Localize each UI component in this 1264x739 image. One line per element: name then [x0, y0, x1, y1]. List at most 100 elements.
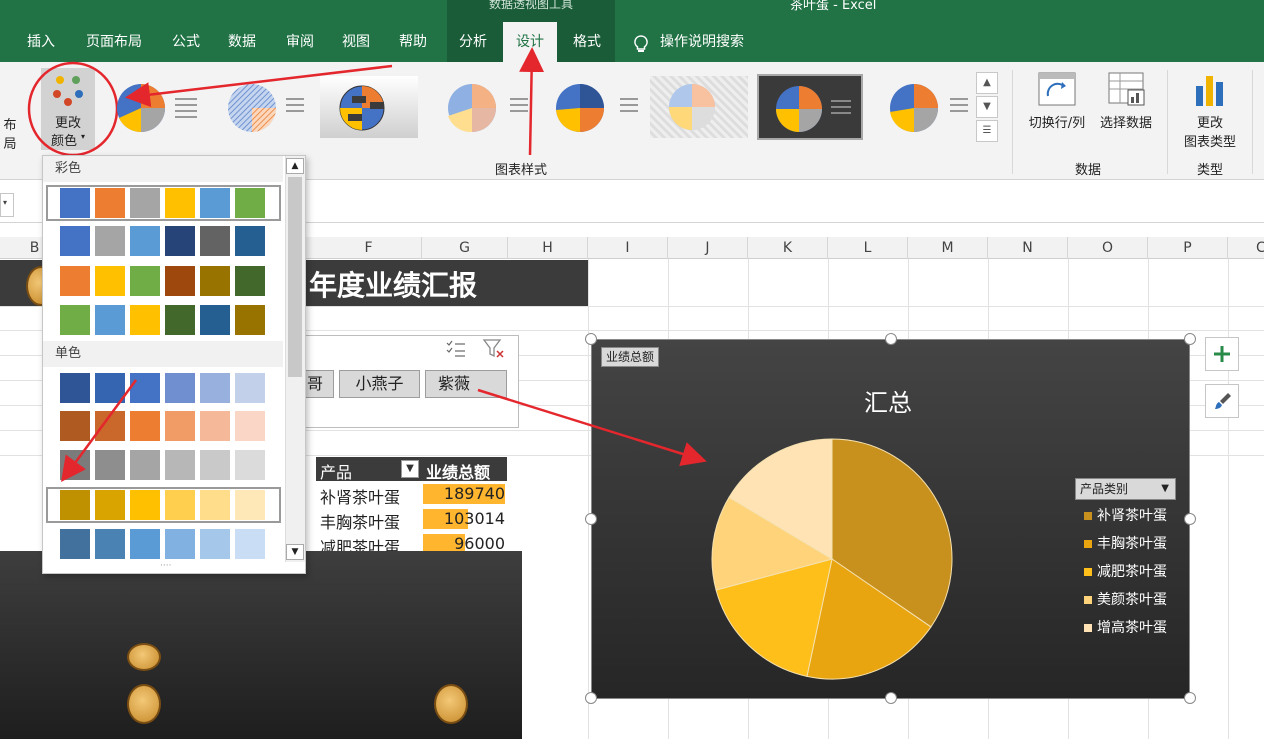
- mono-swatch[interactable]: [60, 373, 90, 403]
- colorful-swatch[interactable]: [235, 226, 265, 256]
- chart-style-thumb-3[interactable]: [320, 76, 418, 138]
- resize-handle[interactable]: [885, 692, 897, 704]
- legend-item-5[interactable]: 增高茶叶蛋: [1084, 617, 1167, 637]
- chart-elements-button[interactable]: [1205, 337, 1239, 371]
- mono-swatch[interactable]: [200, 411, 230, 441]
- column-header-o[interactable]: O: [1068, 237, 1148, 259]
- mono-swatch[interactable]: [165, 490, 195, 520]
- column-header-m[interactable]: M: [908, 237, 988, 259]
- slicer-item-xiaoyanzi[interactable]: 小燕子: [339, 370, 420, 398]
- colorful-swatch[interactable]: [60, 305, 90, 335]
- colorful-swatch[interactable]: [60, 266, 90, 296]
- gallery-scroll-up-button[interactable]: ▲: [976, 72, 998, 94]
- mono-swatch[interactable]: [130, 373, 160, 403]
- colorful-swatch[interactable]: [235, 188, 265, 218]
- mono-swatch[interactable]: [95, 529, 125, 559]
- tab-data[interactable]: 数据: [220, 22, 264, 62]
- mono-swatch[interactable]: [130, 490, 160, 520]
- colorful-swatch[interactable]: [130, 266, 160, 296]
- mono-swatch[interactable]: [130, 450, 160, 480]
- colorful-swatch[interactable]: [130, 226, 160, 256]
- colorful-swatch[interactable]: [95, 266, 125, 296]
- mono-swatch[interactable]: [200, 490, 230, 520]
- column-header-h[interactable]: H: [508, 237, 588, 259]
- colorful-swatch[interactable]: [165, 305, 195, 335]
- scroll-down-arrow-icon[interactable]: ▼: [286, 544, 304, 560]
- mono-swatch[interactable]: [60, 411, 90, 441]
- colorful-swatch[interactable]: [60, 188, 90, 218]
- tab-page-layout[interactable]: 页面布局: [76, 22, 152, 62]
- clear-filter-icon[interactable]: [482, 338, 506, 360]
- mono-swatch[interactable]: [235, 529, 265, 559]
- chart-style-thumb-5[interactable]: [548, 80, 644, 136]
- legend-item-4[interactable]: 美颜茶叶蛋: [1084, 589, 1167, 609]
- column-header-j[interactable]: J: [668, 237, 748, 259]
- column-header-p[interactable]: P: [1148, 237, 1228, 259]
- value-field-button[interactable]: 业绩总额: [601, 347, 660, 367]
- tab-analyze[interactable]: 分析: [450, 22, 496, 62]
- column-header-n[interactable]: N: [988, 237, 1068, 259]
- chart-style-thumb-7-selected[interactable]: [757, 74, 863, 140]
- name-box-dropdown[interactable]: ▾: [0, 193, 14, 217]
- colorful-swatch[interactable]: [200, 266, 230, 296]
- mono-swatch[interactable]: [235, 490, 265, 520]
- chart-style-thumb-4[interactable]: [438, 80, 534, 136]
- chart-title[interactable]: 汇总: [840, 383, 936, 418]
- gallery-expand-button[interactable]: ☰: [976, 120, 998, 142]
- chart-style-thumb-2[interactable]: [218, 80, 308, 136]
- resize-handle[interactable]: [585, 513, 597, 525]
- mono-swatch[interactable]: [95, 373, 125, 403]
- tab-review[interactable]: 审阅: [278, 22, 322, 62]
- column-header-l[interactable]: L: [828, 237, 908, 259]
- tab-insert[interactable]: 插入: [18, 22, 64, 62]
- mono-swatch[interactable]: [165, 373, 195, 403]
- tab-view[interactable]: 视图: [334, 22, 378, 62]
- mono-swatch[interactable]: [235, 411, 265, 441]
- legend-field-button[interactable]: 产品类别 ▼: [1075, 478, 1176, 500]
- colorful-swatch[interactable]: [95, 188, 125, 218]
- switch-row-col-button[interactable]: 切换行/列: [1022, 72, 1092, 134]
- mono-swatch[interactable]: [165, 450, 195, 480]
- colorful-swatch[interactable]: [165, 266, 195, 296]
- resize-handle[interactable]: [1184, 513, 1196, 525]
- tab-help[interactable]: 帮助: [390, 22, 436, 62]
- mono-swatch[interactable]: [200, 373, 230, 403]
- mono-swatch[interactable]: [235, 373, 265, 403]
- mono-swatch[interactable]: [60, 450, 90, 480]
- chart-styles-button[interactable]: [1205, 384, 1239, 418]
- mono-swatch[interactable]: [95, 450, 125, 480]
- mono-swatch[interactable]: [165, 411, 195, 441]
- resize-handle[interactable]: [1184, 692, 1196, 704]
- resize-handle[interactable]: [1184, 333, 1196, 345]
- mono-swatch[interactable]: [200, 450, 230, 480]
- mono-swatch[interactable]: [235, 450, 265, 480]
- mono-swatch[interactable]: [200, 529, 230, 559]
- colorful-swatch[interactable]: [95, 226, 125, 256]
- tab-formulas[interactable]: 公式: [164, 22, 208, 62]
- tab-design[interactable]: 设计: [503, 22, 557, 62]
- resize-handle[interactable]: [585, 333, 597, 345]
- resize-handle[interactable]: [885, 333, 897, 345]
- colorful-swatch[interactable]: [200, 305, 230, 335]
- scroll-up-arrow-icon[interactable]: ▲: [286, 158, 304, 174]
- mono-swatch[interactable]: [165, 529, 195, 559]
- tab-format[interactable]: 格式: [564, 22, 610, 62]
- mono-swatch[interactable]: [60, 529, 90, 559]
- colorful-swatch[interactable]: [200, 226, 230, 256]
- resize-grip-icon[interactable]: ····: [160, 561, 171, 571]
- chart-style-thumb-8[interactable]: [880, 80, 972, 136]
- column-header-f[interactable]: F: [316, 237, 422, 259]
- legend-item-2[interactable]: 丰胸茶叶蛋: [1084, 533, 1167, 553]
- multi-select-icon[interactable]: [446, 340, 466, 358]
- mono-swatch[interactable]: [130, 529, 160, 559]
- colorful-swatch[interactable]: [165, 188, 195, 218]
- mono-swatch[interactable]: [130, 411, 160, 441]
- palette-scroll-thumb[interactable]: [288, 177, 302, 377]
- mono-swatch[interactable]: [95, 411, 125, 441]
- column-header-g[interactable]: G: [422, 237, 508, 259]
- colorful-swatch[interactable]: [235, 266, 265, 296]
- colorful-swatch[interactable]: [95, 305, 125, 335]
- change-chart-type-button[interactable]: 更改 图表类型: [1176, 72, 1244, 152]
- slicer-item-ziwei[interactable]: 紫薇: [425, 370, 507, 398]
- column-header-k[interactable]: K: [748, 237, 828, 259]
